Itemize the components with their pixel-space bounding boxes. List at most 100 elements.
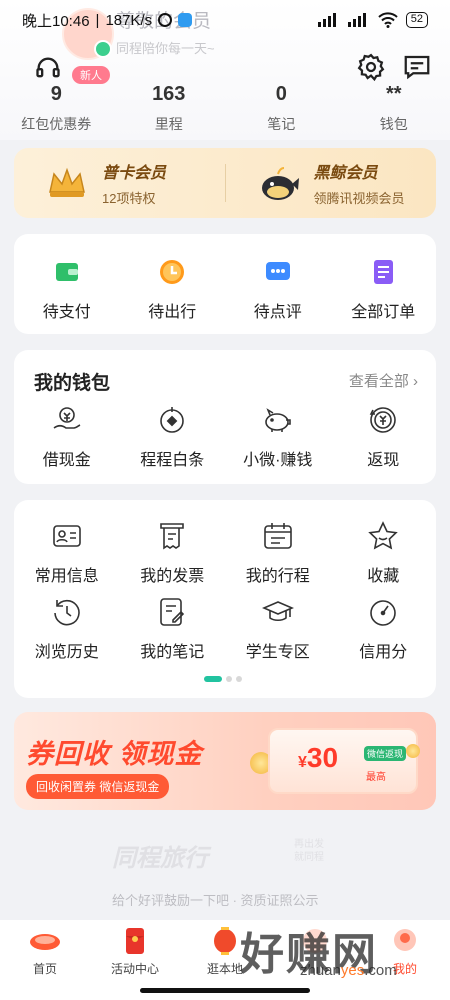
cash-hand-icon <box>53 407 81 429</box>
order-pending-payment[interactable]: 待支付 <box>14 234 120 334</box>
coupon-recycle-banner[interactable]: 券回收 领现金 回收闲置券 微信返现金 ¥30 微信返现 最高 <box>14 712 436 810</box>
coupon-amount: ¥30 <box>298 742 338 774</box>
stat-label: 钱包 <box>379 116 408 132</box>
edit-badge-icon[interactable] <box>94 40 112 58</box>
tool-label: 我的笔记 <box>140 644 205 661</box>
footer-links[interactable]: 给个好评鼓励一下吧 · 资质证照公示 <box>112 890 319 909</box>
wallet-items: 借现金 程程白条 小微·赚钱 返现 <box>14 404 436 470</box>
wallet-view-all[interactable]: 查看全部 › <box>349 370 418 391</box>
stat-wallet[interactable]: ** 钱包 <box>338 82 450 134</box>
membership-title: 普卡会员 <box>102 165 167 182</box>
star-icon <box>368 521 399 550</box>
tool-label: 学生专区 <box>245 644 310 661</box>
brand-slogan: 再出发 就同程 <box>294 839 324 863</box>
stat-value: ** <box>385 83 402 105</box>
profile-icon <box>394 929 416 951</box>
order-label: 全部订单 <box>351 304 416 321</box>
wallet-item-cashback[interactable]: 返现 <box>331 404 437 470</box>
wechat-cashback-tag: 微信返现 <box>364 746 407 761</box>
clock-coin-icon <box>160 260 185 284</box>
wallet-label: 小微·赚钱 <box>243 452 313 469</box>
order-pending-review[interactable]: 待点评 <box>225 234 331 334</box>
tools-card: 常用信息 我的发票 我的行程 收藏 浏览历史 我的笔记 学生专区 信用分 <box>14 500 436 698</box>
stat-label: 笔记 <box>267 116 296 132</box>
signal-icon <box>317 13 336 27</box>
order-label: 待支付 <box>42 304 91 321</box>
coin-icon <box>406 744 420 758</box>
cashback-icon <box>369 407 397 433</box>
stat-value: 0 <box>275 83 287 105</box>
watermark-url-c: .com <box>364 962 397 979</box>
page-dot <box>236 676 242 682</box>
tab-label: 逛本地 <box>206 962 243 976</box>
wallet-icon <box>55 263 78 281</box>
wallet-label: 返现 <box>367 452 400 469</box>
customer-service-icon[interactable] <box>34 54 62 82</box>
tool-label: 我的发票 <box>140 568 205 585</box>
tool-history[interactable]: 浏览历史 <box>14 596 120 662</box>
stat-label: 里程 <box>154 116 183 132</box>
banner-title: 券回收 领现金 <box>26 739 203 769</box>
tool-student-zone[interactable]: 学生专区 <box>225 596 331 662</box>
invoice-icon <box>160 523 185 550</box>
stat-coupons[interactable]: 9 红包优惠券 <box>0 82 113 134</box>
stat-mileage[interactable]: 163 里程 <box>113 82 226 134</box>
view-all-label: 查看全部 <box>348 373 409 390</box>
home-indicator[interactable] <box>140 988 310 993</box>
calendar-icon <box>263 523 292 549</box>
tool-favorites[interactable]: 收藏 <box>331 520 437 586</box>
currency-symbol: ¥ <box>298 754 307 771</box>
piggy-bank-icon <box>264 408 291 432</box>
alarm-icon <box>158 13 173 27</box>
tool-itinerary[interactable]: 我的行程 <box>225 520 331 586</box>
order-all[interactable]: 全部订单 <box>331 234 437 334</box>
graduation-cap-icon <box>261 601 294 622</box>
wallet-label: 程程白条 <box>140 452 205 469</box>
history-icon <box>53 599 80 626</box>
tool-label: 收藏 <box>367 568 400 585</box>
tab-label: 首页 <box>32 962 57 976</box>
lantern-icon <box>214 927 236 955</box>
signal-2-icon <box>347 13 366 27</box>
comment-icon <box>265 262 290 280</box>
tab-home[interactable]: 首页 <box>0 920 90 1000</box>
credit-line-icon <box>160 407 185 433</box>
id-card-icon <box>52 525 81 547</box>
membership-black-whale[interactable]: 黑鲸会员 领腾讯视频会员 <box>226 159 437 207</box>
wifi-icon <box>378 12 398 28</box>
tool-label: 信用分 <box>359 644 408 661</box>
wallet-item-earn[interactable]: 小微·赚钱 <box>225 404 331 470</box>
page-indicator <box>204 676 242 682</box>
tool-credit-score[interactable]: 信用分 <box>331 596 437 662</box>
app-notification-icon <box>178 13 193 27</box>
settings-gear-icon[interactable] <box>356 52 386 82</box>
tool-notes[interactable]: 我的笔记 <box>120 596 226 662</box>
wallet-item-credit[interactable]: 程程白条 <box>120 404 226 470</box>
tools-row: 浏览历史 我的笔记 学生专区 信用分 <box>14 596 436 662</box>
orders-card: 待支付 待出行 待点评 全部订单 <box>14 234 436 334</box>
whale-icon <box>261 167 299 200</box>
coupon-max-label: 最高 <box>366 772 386 783</box>
network-speed: 187K/s <box>105 11 153 29</box>
page-dot <box>226 676 232 682</box>
stats-row: 9 红包优惠券 163 里程 0 笔记 ** 钱包 <box>0 82 450 134</box>
order-label: 待出行 <box>148 304 197 321</box>
membership-subtitle: 领腾讯视频会员 <box>313 191 405 206</box>
stat-notes[interactable]: 0 笔记 <box>225 82 338 134</box>
status-bar: 晚上10:46 | 187K/s 52 <box>0 0 450 40</box>
order-label: 待点评 <box>253 304 302 321</box>
wallet-label: 借现金 <box>42 452 91 469</box>
banner-subtitle: 回收闲置券 微信返现金 <box>26 774 170 799</box>
membership-card: 普卡会员 12项特权 黑鲸会员 领腾讯视频会员 <box>14 148 436 218</box>
order-pending-travel[interactable]: 待出行 <box>120 234 226 334</box>
membership-regular[interactable]: 普卡会员 12项特权 <box>14 159 225 207</box>
tool-contact-info[interactable]: 常用信息 <box>14 520 120 586</box>
message-icon[interactable] <box>402 52 432 82</box>
home-icon <box>30 934 60 950</box>
amount-value: 30 <box>306 742 339 773</box>
crown-icon <box>49 167 85 197</box>
wallet-title: 我的钱包 <box>34 373 111 394</box>
watermark-url: zhuanyes.com <box>300 962 397 979</box>
tool-invoice[interactable]: 我的发票 <box>120 520 226 586</box>
wallet-item-borrow-cash[interactable]: 借现金 <box>14 404 120 470</box>
